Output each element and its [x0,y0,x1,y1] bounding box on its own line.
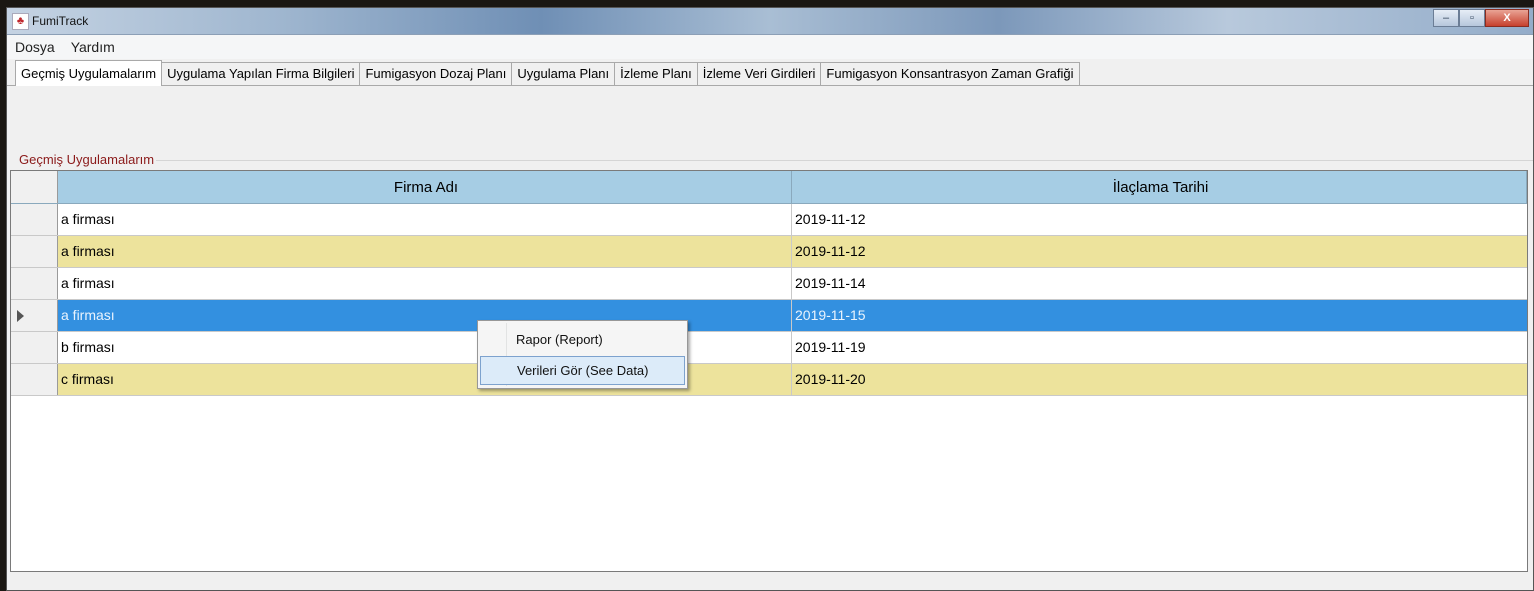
tab-gecmis-uygulamalarim[interactable]: Geçmiş Uygulamalarım [15,60,163,86]
row-header[interactable] [11,236,58,267]
row-header[interactable] [11,268,58,299]
table-row[interactable]: b firması 2019-11-19 [11,332,1527,364]
group-box-border [17,160,1533,161]
menu-dosya[interactable]: Dosya [15,39,55,55]
cell-firma-adi[interactable]: a firması [58,268,792,299]
app-logo-icon: ♣ [12,13,29,30]
table-row-selected[interactable]: a firması 2019-11-15 [11,300,1527,332]
table-row[interactable]: a firması 2019-11-14 [11,268,1527,300]
cell-ilaclama-tarihi[interactable]: 2019-11-15 [792,300,1527,331]
tab-izleme-veri-girdileri[interactable]: İzleme Veri Girdileri [696,62,822,85]
history-grid[interactable]: Firma Adı İlaçlama Tarihi a firması 2019… [10,170,1528,572]
grid-header-row: Firma Adı İlaçlama Tarihi [11,171,1527,204]
menu-yardim[interactable]: Yardım [71,39,115,55]
column-header-firma-adi[interactable]: Firma Adı [58,171,792,203]
column-header-ilaclama-tarihi[interactable]: İlaçlama Tarihi [792,171,1527,203]
tab-strip: Geçmiş Uygulamalarım Uygulama Yapılan Fi… [7,59,1533,86]
cell-ilaclama-tarihi[interactable]: 2019-11-20 [792,364,1527,395]
context-menu-report[interactable]: Rapor (Report) [480,325,685,354]
row-header[interactable] [11,332,58,363]
maximize-button[interactable]: ▫ [1459,9,1485,27]
minimize-button[interactable]: – [1433,9,1459,27]
menu-bar: Dosya Yardım [7,35,1533,59]
cell-ilaclama-tarihi[interactable]: 2019-11-12 [792,236,1527,267]
row-header-corner [11,171,58,203]
table-row[interactable]: c firması 2019-11-20 [11,364,1527,396]
tab-izleme-plani[interactable]: İzleme Planı [614,62,698,85]
tab-firma-bilgileri[interactable]: Uygulama Yapılan Firma Bilgileri [161,62,361,85]
context-menu-see-data[interactable]: Verileri Gör (See Data) [480,356,685,385]
row-header[interactable] [11,364,58,395]
window-controls: – ▫ X [1433,9,1529,27]
table-row[interactable]: a firması 2019-11-12 [11,236,1527,268]
current-row-arrow-icon [17,310,24,322]
group-box-title: Geçmiş Uygulamalarım [17,152,157,167]
close-button[interactable]: X [1485,9,1529,27]
tab-dozaj-plani[interactable]: Fumigasyon Dozaj Planı [359,62,513,85]
cell-ilaclama-tarihi[interactable]: 2019-11-19 [792,332,1527,363]
cell-firma-adi[interactable]: a firması [58,204,792,235]
tab-uygulama-plani[interactable]: Uygulama Planı [511,62,616,85]
window-title: FumiTrack [32,14,89,28]
table-row[interactable]: a firması 2019-11-12 [11,204,1527,236]
row-header[interactable] [11,204,58,235]
row-header[interactable] [11,300,58,331]
cell-ilaclama-tarihi[interactable]: 2019-11-12 [792,204,1527,235]
context-menu: Rapor (Report) Verileri Gör (See Data) [477,320,688,389]
tab-konsantrasyon-grafigi[interactable]: Fumigasyon Konsantrasyon Zaman Grafiği [820,62,1080,85]
title-bar[interactable]: ♣ FumiTrack – ▫ X [7,8,1533,35]
cell-ilaclama-tarihi[interactable]: 2019-11-14 [792,268,1527,299]
cell-firma-adi[interactable]: a firması [58,236,792,267]
